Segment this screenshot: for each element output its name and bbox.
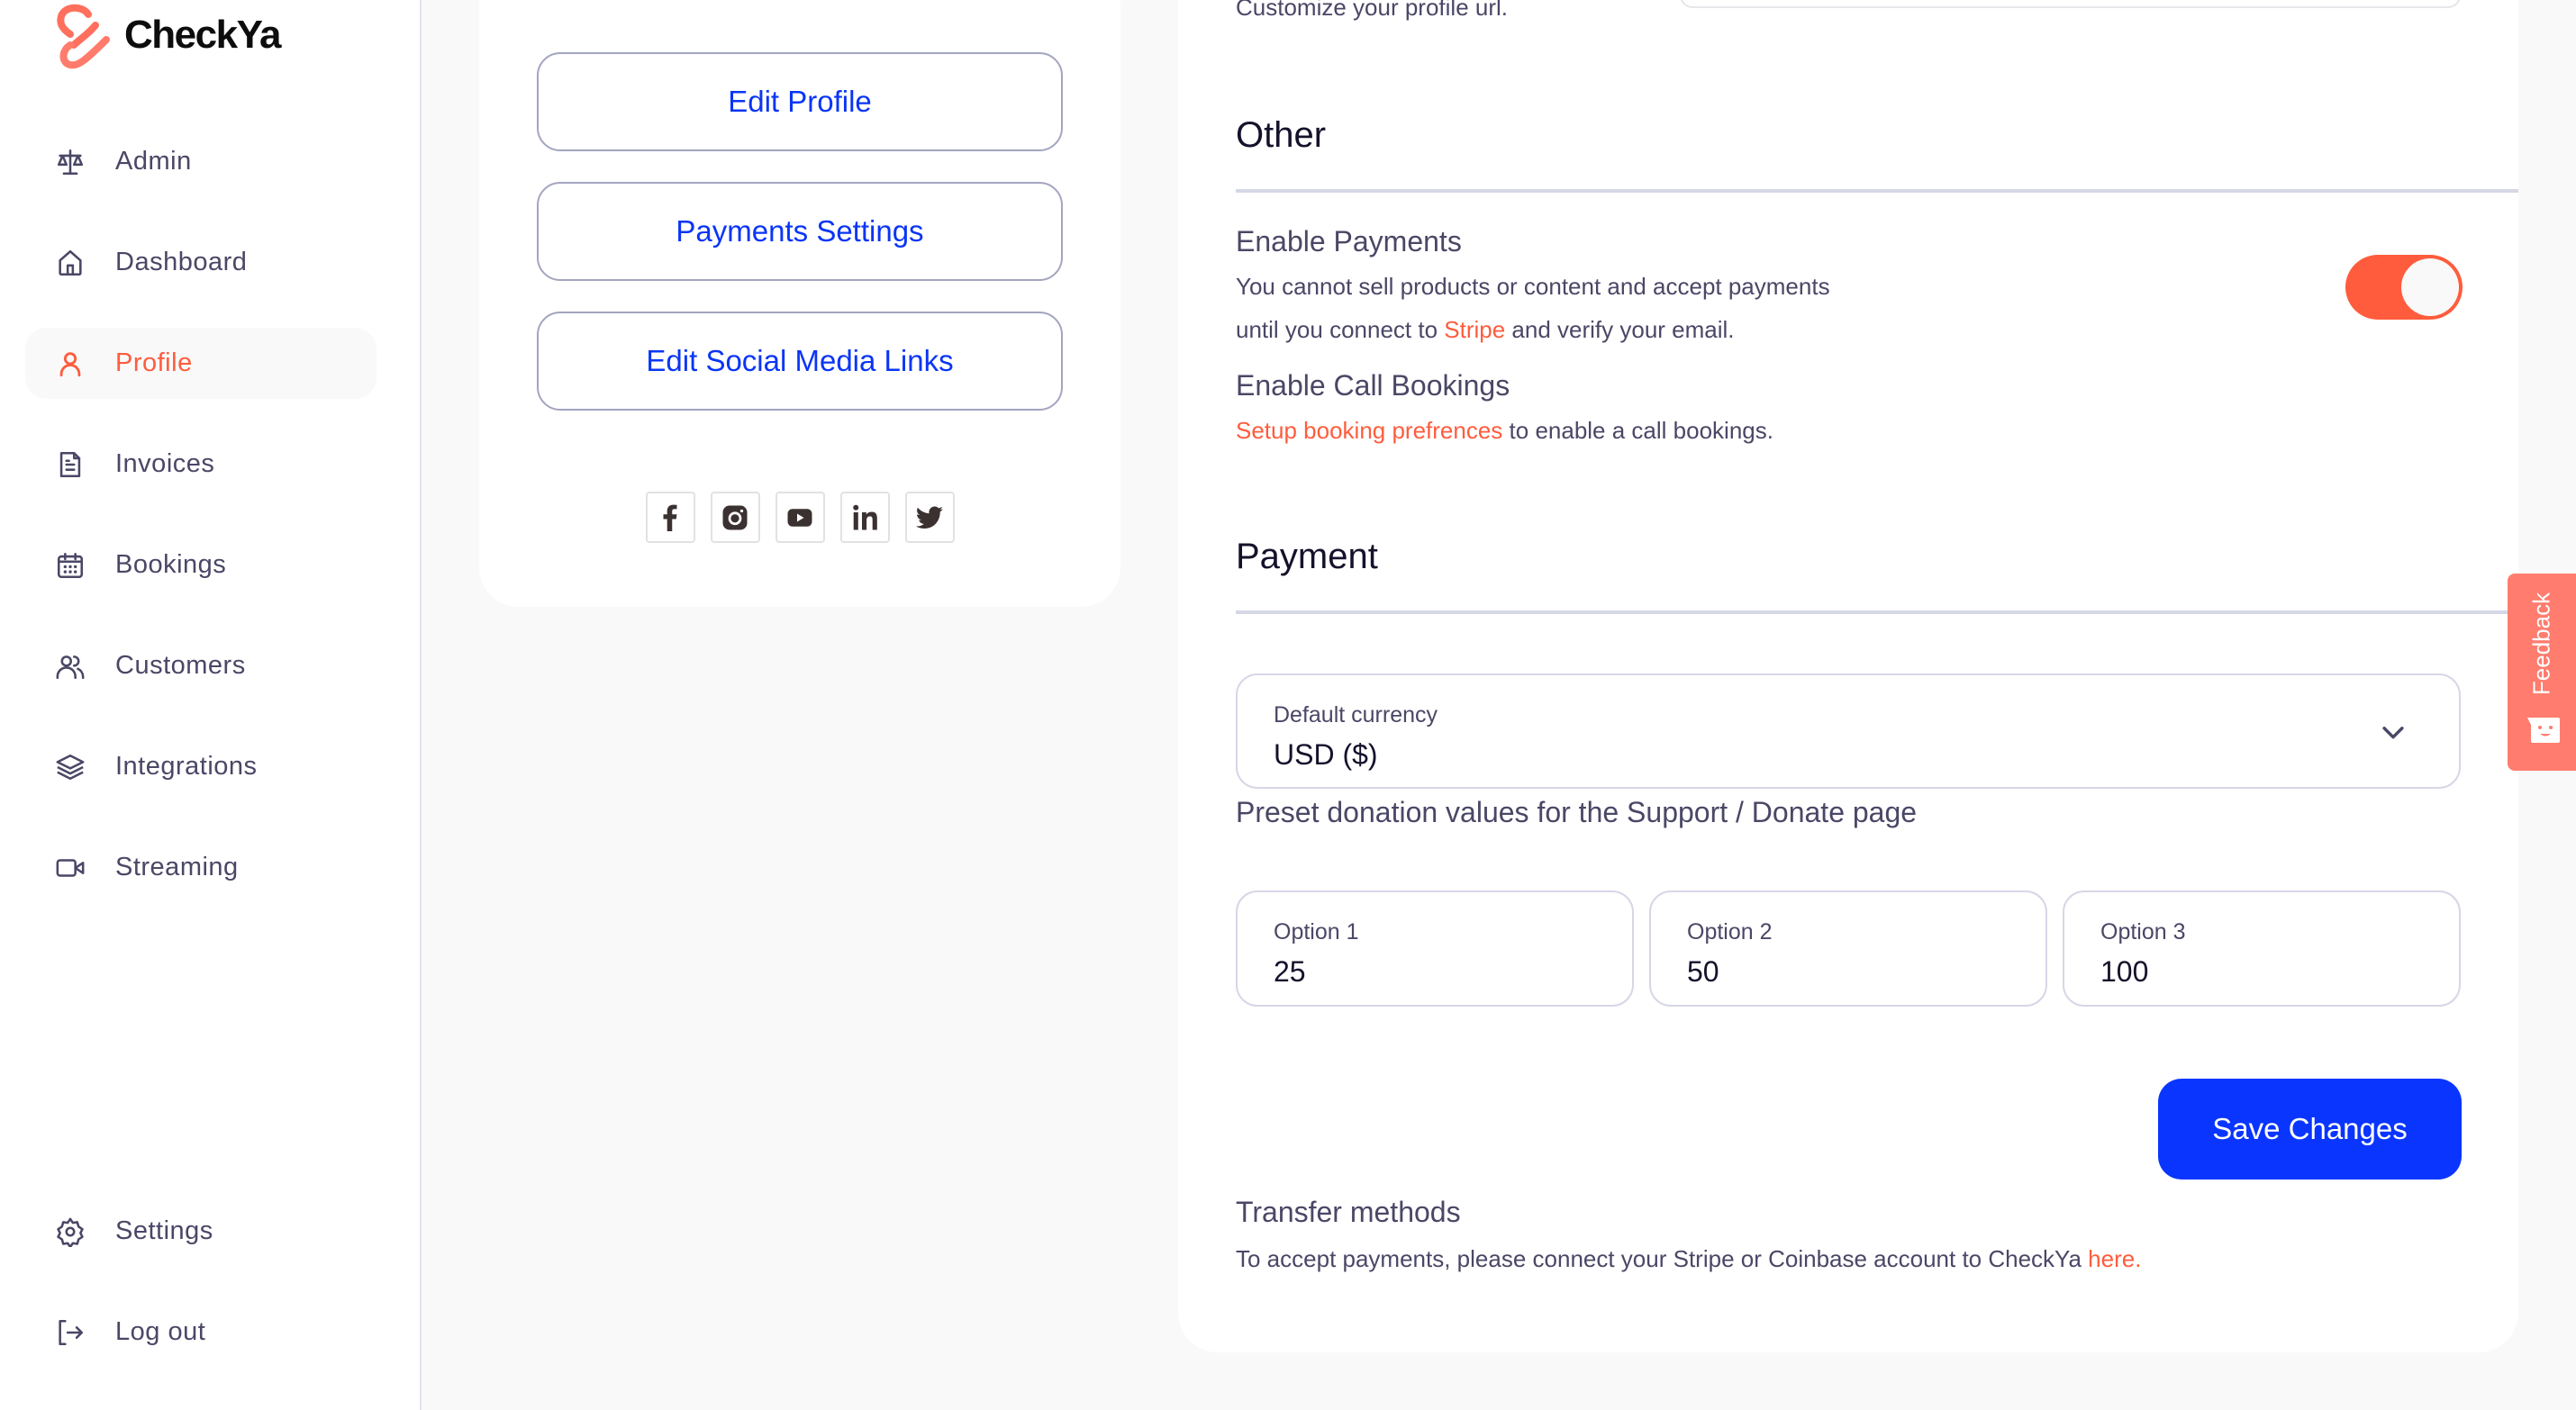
profile-url-input[interactable] [1680, 0, 2461, 8]
payment-section-title: Payment [1236, 537, 1378, 576]
enable-payments-text: until you connect to [1236, 316, 1445, 343]
sidebar-item-streaming[interactable]: Streaming [25, 832, 376, 903]
sidebar-item-label: Bookings [115, 550, 227, 579]
sidebar-item-invoices[interactable]: Invoices [25, 429, 376, 500]
enable-payments-toggle[interactable] [2345, 255, 2463, 320]
enable-call-bookings-title: Enable Call Bookings [1236, 369, 1510, 402]
option-label: Option 1 [1274, 919, 1359, 945]
twitter-icon [915, 505, 943, 529]
checkya-logo-icon [57, 4, 110, 69]
toggle-knob [2401, 258, 2459, 316]
scale-icon [54, 146, 86, 178]
sidebar-item-logout[interactable]: Log out [25, 1297, 376, 1368]
profile-actions-card: Edit Profile Payments Settings Edit Soci… [479, 0, 1120, 607]
sidebar: CheckYa Admin Dashboard Profile Invoices… [0, 0, 422, 1410]
facebook-icon [663, 504, 677, 531]
sidebar-item-bookings[interactable]: Bookings [25, 529, 376, 601]
sidebar-item-label: Integrations [115, 752, 258, 781]
preset-donation-title: Preset donation values for the Support /… [1236, 796, 1918, 828]
transfer-methods-description: To accept payments, please connect your … [1236, 1237, 2141, 1280]
payment-section-divider [1236, 610, 2518, 614]
connect-account-link[interactable]: here. [2088, 1245, 2141, 1272]
youtube-link[interactable] [775, 492, 825, 543]
sidebar-item-settings[interactable]: Settings [25, 1196, 376, 1267]
sidebar-item-label: Dashboard [115, 248, 248, 276]
call-bookings-text: to enable a call bookings. [1502, 417, 1773, 444]
payments-settings-button[interactable]: Payments Settings [537, 182, 1063, 281]
sidebar-item-customers[interactable]: Customers [25, 630, 376, 701]
sidebar-item-label: Settings [115, 1216, 213, 1245]
other-section-divider [1236, 189, 2518, 193]
enable-payments-line1: You cannot sell products or content and … [1236, 273, 1830, 300]
default-currency-label: Default currency [1274, 702, 1438, 728]
home-icon [54, 247, 86, 279]
default-currency-value: USD ($) [1274, 738, 1378, 771]
profile-url-hint: Customize your profile url. [1236, 0, 1508, 21]
instagram-link[interactable] [710, 492, 760, 543]
option-value: 100 [2100, 955, 2149, 988]
enable-call-bookings-description: Setup booking prefrences to enable a cal… [1236, 409, 1773, 452]
smiley-chat-icon [2527, 718, 2560, 743]
sidebar-item-profile[interactable]: Profile [25, 328, 376, 399]
sidebar-item-label: Profile [115, 348, 193, 377]
settings-card: Customize your profile url. Other Enable… [1178, 0, 2518, 1352]
sidebar-item-label: Invoices [115, 449, 215, 478]
logout-icon [54, 1316, 86, 1349]
instagram-icon [722, 505, 748, 529]
sidebar-item-label: Customers [115, 651, 246, 680]
donation-option-2-input[interactable]: Option 2 50 [1649, 890, 2047, 1007]
twitter-link[interactable] [904, 492, 955, 543]
enable-payments-title: Enable Payments [1236, 225, 1462, 258]
donation-option-1-input[interactable]: Option 1 25 [1236, 890, 1634, 1007]
sidebar-item-label: Log out [115, 1317, 206, 1346]
app-name: CheckYa [124, 13, 281, 57]
sidebar-item-admin[interactable]: Admin [25, 126, 376, 197]
edit-social-links-button[interactable]: Edit Social Media Links [537, 312, 1063, 411]
donation-option-3-input[interactable]: Option 3 100 [2063, 890, 2461, 1007]
gear-icon [54, 1216, 86, 1248]
enable-payments-line2: until you connect to Stripe and verify y… [1236, 308, 1830, 351]
calendar-icon [54, 549, 86, 582]
option-label: Option 3 [2100, 919, 2186, 945]
enable-payments-description: You cannot sell products or content and … [1236, 265, 1830, 351]
enable-payments-text: and verify your email. [1505, 316, 1735, 343]
document-icon [54, 448, 86, 481]
social-links [479, 492, 1120, 543]
save-changes-button[interactable]: Save Changes [2158, 1079, 2462, 1180]
sidebar-item-label: Streaming [115, 853, 239, 881]
transfer-methods-title: Transfer methods [1236, 1196, 1461, 1228]
transfer-text: To accept payments, please connect your … [1236, 1245, 2089, 1272]
facebook-link[interactable] [645, 492, 695, 543]
default-currency-select[interactable]: Default currency USD ($) [1236, 673, 2461, 789]
user-icon [54, 348, 86, 380]
app-logo[interactable]: CheckYa [52, 4, 281, 70]
layers-icon [54, 751, 86, 783]
option-value: 25 [1274, 955, 1306, 988]
option-label: Option 2 [1687, 919, 1773, 945]
stripe-link[interactable]: Stripe [1444, 316, 1505, 343]
chevron-down-icon [2382, 727, 2404, 739]
sidebar-item-dashboard[interactable]: Dashboard [25, 227, 376, 298]
option-value: 50 [1687, 955, 1719, 988]
linkedin-icon [853, 504, 877, 529]
feedback-tab[interactable]: Feedback [2508, 574, 2576, 771]
video-icon [54, 852, 86, 884]
sidebar-item-integrations[interactable]: Integrations [25, 731, 376, 802]
feedback-label: Feedback [2527, 592, 2555, 696]
booking-preferences-link[interactable]: Setup booking prefrences [1236, 417, 1502, 444]
edit-profile-button[interactable]: Edit Profile [537, 52, 1063, 151]
other-section-title: Other [1236, 115, 1327, 155]
users-icon [54, 650, 86, 682]
linkedin-link[interactable] [839, 492, 890, 543]
sidebar-item-label: Admin [115, 147, 192, 176]
youtube-icon [787, 508, 812, 527]
